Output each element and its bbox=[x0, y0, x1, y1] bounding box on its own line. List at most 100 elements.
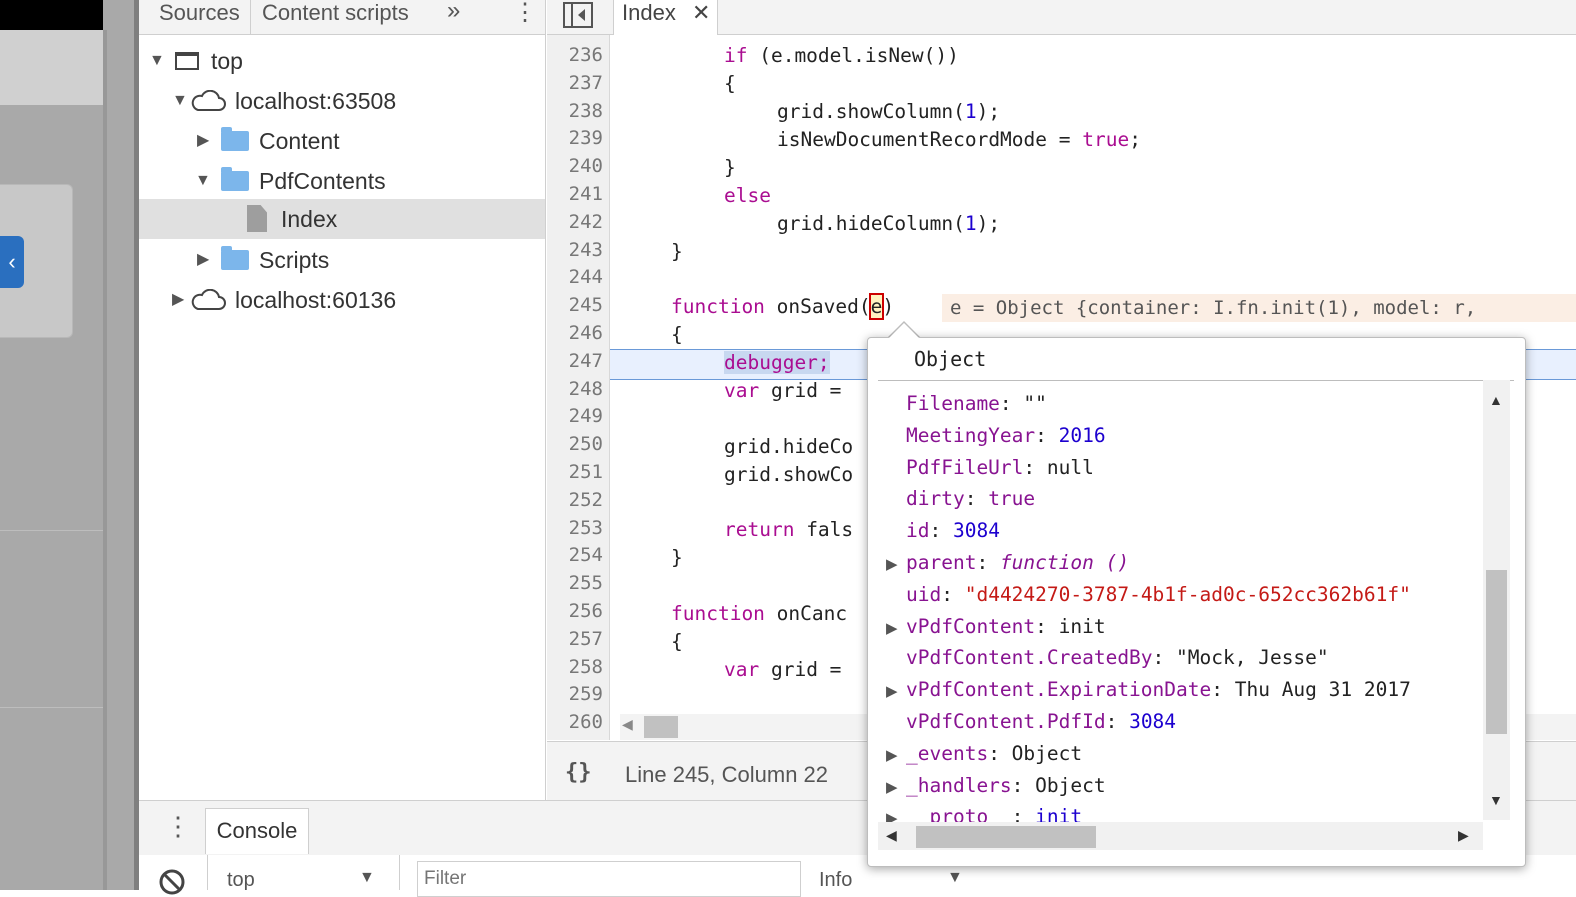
tab-console[interactable]: Console bbox=[205, 808, 309, 854]
scroll-up-arrow-icon[interactable]: ▲ bbox=[1489, 392, 1503, 408]
scroll-down-arrow-icon[interactable]: ▼ bbox=[1489, 792, 1503, 808]
code-line-236[interactable]: if (e.model.isNew()) bbox=[724, 44, 959, 67]
host-app-scrollbar[interactable] bbox=[103, 30, 107, 890]
scroll-left-arrow-icon[interactable]: ◀ bbox=[886, 827, 897, 844]
code-line-245[interactable]: function onSaved(e) bbox=[671, 293, 894, 320]
object-property[interactable]: id: 3084 bbox=[906, 519, 1000, 542]
expand-triangle-icon[interactable]: ▶ bbox=[886, 555, 898, 573]
tree-item-pdfcontents[interactable]: ▼ PdfContents bbox=[139, 161, 545, 201]
line-number[interactable]: 246 bbox=[547, 322, 603, 344]
line-number[interactable]: 238 bbox=[547, 100, 603, 122]
line-number[interactable]: 237 bbox=[547, 72, 603, 94]
line-number[interactable]: 247 bbox=[547, 350, 603, 372]
line-number[interactable]: 259 bbox=[547, 683, 603, 705]
expand-triangle-icon[interactable]: ▶ bbox=[886, 746, 898, 764]
scrollbar-thumb[interactable] bbox=[916, 826, 1096, 848]
line-number[interactable]: 241 bbox=[547, 183, 603, 205]
tree-item-index[interactable]: Index bbox=[139, 199, 545, 239]
object-property[interactable]: dirty: true bbox=[906, 487, 1035, 510]
line-number[interactable]: 256 bbox=[547, 600, 603, 622]
code-line-240[interactable]: } bbox=[724, 156, 736, 179]
line-number[interactable]: 255 bbox=[547, 572, 603, 594]
pretty-print-icon[interactable]: {} bbox=[565, 760, 592, 785]
chevron-down-icon[interactable]: ▼ bbox=[359, 869, 375, 887]
object-property[interactable]: __proto__: init bbox=[906, 805, 1082, 822]
scroll-left-arrow-icon[interactable]: ◀ bbox=[622, 716, 633, 733]
object-property[interactable]: _handlers: Object bbox=[906, 774, 1106, 797]
code-line-257[interactable]: { bbox=[671, 630, 683, 653]
scrollbar-thumb[interactable] bbox=[644, 716, 678, 738]
line-number[interactable]: 245 bbox=[547, 294, 603, 316]
line-number[interactable]: 244 bbox=[547, 266, 603, 288]
scroll-right-arrow-icon[interactable]: ▶ bbox=[1458, 827, 1469, 844]
object-property[interactable]: PdfFileUrl: null bbox=[906, 456, 1094, 479]
tab-content-scripts[interactable]: Content scripts bbox=[254, 0, 417, 34]
tree-item-localhost-63508[interactable]: ▼ localhost:63508 bbox=[139, 81, 545, 121]
code-line-239[interactable]: isNewDocumentRecordMode = true; bbox=[777, 128, 1141, 151]
code-line-254[interactable]: } bbox=[671, 546, 683, 569]
object-property[interactable]: parent: function () bbox=[906, 551, 1129, 574]
line-number[interactable]: 252 bbox=[547, 489, 603, 511]
line-number[interactable]: 240 bbox=[547, 155, 603, 177]
scrollbar-thumb[interactable] bbox=[1486, 570, 1507, 734]
tree-item-top[interactable]: ▼ top bbox=[139, 41, 545, 81]
expand-triangle-icon[interactable]: ▶ bbox=[886, 778, 898, 796]
object-property[interactable]: uid: "d4424270-3787-4b1f-ad0c-652cc362b6… bbox=[906, 583, 1411, 606]
line-number[interactable]: 249 bbox=[547, 405, 603, 427]
kebab-menu-icon[interactable]: ⋮ bbox=[505, 0, 545, 34]
context-selector[interactable]: top bbox=[227, 869, 255, 892]
object-property[interactable]: vPdfContent.ExpirationDate: Thu Aug 31 2… bbox=[906, 678, 1411, 701]
popover-vertical-scrollbar[interactable]: ▲ ▼ bbox=[1483, 380, 1510, 820]
close-icon[interactable]: ✕ bbox=[692, 0, 710, 26]
code-line-250[interactable]: grid.hideCo bbox=[724, 435, 853, 458]
expand-triangle-icon[interactable]: ▶ bbox=[886, 809, 898, 822]
line-number[interactable]: 258 bbox=[547, 656, 603, 678]
code-line-247[interactable]: debugger; bbox=[724, 351, 830, 374]
more-tabs-icon[interactable]: » bbox=[439, 0, 468, 32]
line-number[interactable]: 250 bbox=[547, 433, 603, 455]
object-property[interactable]: vPdfContent.CreatedBy: "Mock, Jesse" bbox=[906, 646, 1329, 669]
toggle-navigator-icon[interactable] bbox=[563, 2, 593, 28]
code-line-238[interactable]: grid.showColumn(1); bbox=[777, 100, 1000, 123]
tree-item-scripts[interactable]: ▶ Scripts bbox=[139, 240, 545, 280]
line-number[interactable]: 242 bbox=[547, 211, 603, 233]
filter-input[interactable] bbox=[417, 861, 801, 897]
code-line-243[interactable]: } bbox=[671, 240, 683, 263]
chevron-down-icon[interactable]: ▼ bbox=[947, 869, 963, 887]
code-line-241[interactable]: else bbox=[724, 184, 771, 207]
hovered-variable[interactable]: e bbox=[868, 293, 885, 320]
collapse-chevron-icon[interactable]: ‹ bbox=[0, 236, 24, 288]
tab-sources[interactable]: Sources bbox=[151, 0, 248, 34]
line-number[interactable]: 248 bbox=[547, 378, 603, 400]
code-line-253[interactable]: return fals bbox=[724, 518, 853, 541]
code-line-246[interactable]: { bbox=[671, 323, 683, 346]
code-line-256[interactable]: function onCanc bbox=[671, 602, 847, 625]
code-line-251[interactable]: grid.showCo bbox=[724, 463, 853, 486]
object-property[interactable]: vPdfContent.PdfId: 3084 bbox=[906, 710, 1176, 733]
clear-console-icon[interactable] bbox=[159, 869, 185, 895]
expand-triangle-icon[interactable]: ▶ bbox=[886, 682, 898, 700]
tab-index[interactable]: Index ✕ bbox=[613, 0, 718, 35]
line-number[interactable]: 257 bbox=[547, 628, 603, 650]
object-property[interactable]: MeetingYear: 2016 bbox=[906, 424, 1106, 447]
tree-item-content[interactable]: ▶ Content bbox=[139, 121, 545, 161]
popover-horizontal-scrollbar[interactable]: ◀ ▶ bbox=[878, 822, 1483, 850]
line-number[interactable]: 239 bbox=[547, 127, 603, 149]
line-number[interactable]: 243 bbox=[547, 239, 603, 261]
code-line-248[interactable]: var grid = bbox=[724, 379, 853, 402]
object-property[interactable]: _events: Object bbox=[906, 742, 1082, 765]
code-line-237[interactable]: { bbox=[724, 72, 736, 95]
code-line-258[interactable]: var grid = bbox=[724, 658, 853, 681]
line-number[interactable]: 236 bbox=[547, 44, 603, 66]
log-level-selector[interactable]: Info bbox=[819, 869, 852, 892]
object-property[interactable]: Filename: "" bbox=[906, 392, 1047, 415]
expand-triangle-icon[interactable]: ▶ bbox=[886, 619, 898, 637]
object-property[interactable]: vPdfContent: init bbox=[906, 615, 1106, 638]
line-number[interactable]: 260 bbox=[547, 711, 603, 733]
drawer-menu-icon[interactable]: ⋮ bbox=[165, 811, 191, 842]
line-number[interactable]: 253 bbox=[547, 517, 603, 539]
line-number[interactable]: 251 bbox=[547, 461, 603, 483]
code-line-242[interactable]: grid.hideColumn(1); bbox=[777, 212, 1000, 235]
line-number[interactable]: 254 bbox=[547, 544, 603, 566]
tree-item-localhost-60136[interactable]: ▶ localhost:60136 bbox=[139, 280, 545, 320]
